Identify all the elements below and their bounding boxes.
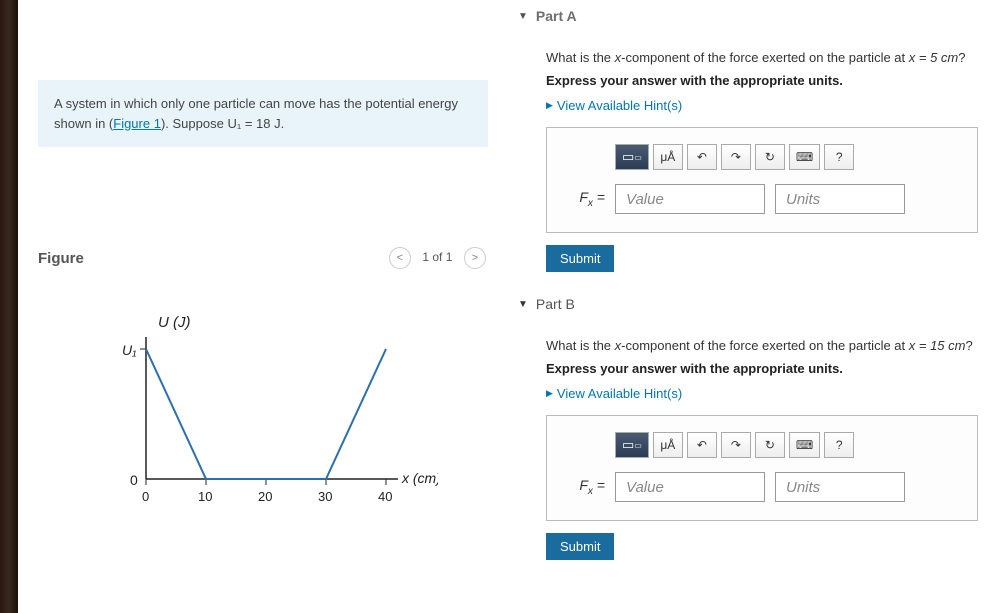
hints-label: View Available Hint(s) xyxy=(557,386,682,401)
xtick-20: 20 xyxy=(258,489,272,504)
xtick-30: 30 xyxy=(318,489,332,504)
special-chars-button[interactable]: μÅ xyxy=(653,144,683,170)
xtick-10: 10 xyxy=(198,489,212,504)
part-a-answer-box: ▭▭ μÅ ↶ ↷ ↻ ⌨ ? Fx = Value Units xyxy=(546,127,978,233)
keyboard-button[interactable]: ⌨ xyxy=(789,432,820,458)
problem-statement: A system in which only one particle can … xyxy=(38,80,488,147)
keyboard-button[interactable]: ⌨ xyxy=(789,144,820,170)
chart-ytick-0: 0 xyxy=(130,472,138,488)
part-a-toolbar: ▭▭ μÅ ↶ ↷ ↻ ⌨ ? xyxy=(615,144,963,170)
part-b-answer-row: Fx = Value Units xyxy=(561,472,963,502)
template-button[interactable]: ▭▭ xyxy=(615,432,649,458)
figure-header: Figure < 1 of 1 > xyxy=(38,247,488,279)
help-button[interactable]: ? xyxy=(824,144,854,170)
chart-series-line xyxy=(146,349,386,479)
next-figure-button[interactable]: > xyxy=(464,247,486,269)
part-b-title: Part B xyxy=(536,296,575,312)
part-b-toolbar: ▭▭ μÅ ↶ ↷ ↻ ⌨ ? xyxy=(615,432,963,458)
left-panel: A system in which only one particle can … xyxy=(18,0,508,613)
figure-link[interactable]: Figure 1 xyxy=(113,116,161,131)
part-a-header[interactable]: ▼ Part A xyxy=(518,0,978,30)
part-a-hints[interactable]: ▶ View Available Hint(s) xyxy=(546,98,978,113)
part-b-question: What is the x-component of the force exe… xyxy=(546,338,978,353)
part-b-instruction: Express your answer with the appropriate… xyxy=(546,361,978,376)
part-a-instruction: Express your answer with the appropriate… xyxy=(546,73,978,88)
caret-down-icon: ▼ xyxy=(518,11,528,22)
triangle-right-icon: ▶ xyxy=(546,100,553,111)
redo-button[interactable]: ↷ xyxy=(721,432,751,458)
page-edge-shadow xyxy=(0,0,18,613)
chart-ytick-u1: U₁ xyxy=(122,342,137,358)
chart-svg: U (J) U₁ 0 0 10 xyxy=(98,309,438,519)
figure-nav: < 1 of 1 > xyxy=(387,247,488,269)
variable-label: Fx = xyxy=(561,189,605,209)
part-b-hints[interactable]: ▶ View Available Hint(s) xyxy=(546,386,978,401)
figure-counter: 1 of 1 xyxy=(422,250,452,264)
xtick-0: 0 xyxy=(142,489,149,504)
chart: U (J) U₁ 0 0 10 xyxy=(38,309,488,522)
chart-xlabel: x (cm) xyxy=(401,470,438,486)
figure-title: Figure xyxy=(38,250,84,267)
part-b-answer-box: ▭▭ μÅ ↶ ↷ ↻ ⌨ ? Fx = Value Units xyxy=(546,415,978,521)
part-b-submit-button[interactable]: Submit xyxy=(546,533,614,560)
reset-button[interactable]: ↻ xyxy=(755,432,785,458)
part-a-answer-row: Fx = Value Units xyxy=(561,184,963,214)
hints-label: View Available Hint(s) xyxy=(557,98,682,113)
undo-button[interactable]: ↶ xyxy=(687,144,717,170)
right-panel: ▼ Part A What is the x-component of the … xyxy=(508,0,996,613)
triangle-right-icon: ▶ xyxy=(546,388,553,399)
units-input[interactable]: Units xyxy=(775,184,905,214)
chart-ylabel: U (J) xyxy=(158,314,191,331)
part-b-header[interactable]: ▼ Part B xyxy=(518,286,978,318)
template-button[interactable]: ▭▭ xyxy=(615,144,649,170)
undo-button[interactable]: ↶ xyxy=(687,432,717,458)
special-chars-button[interactable]: μÅ xyxy=(653,432,683,458)
help-button[interactable]: ? xyxy=(824,432,854,458)
value-input[interactable]: Value xyxy=(615,184,765,214)
problem-text-post: ). Suppose U₁ = 18 J. xyxy=(161,116,284,131)
caret-down-icon: ▼ xyxy=(518,299,528,310)
part-a-submit-button[interactable]: Submit xyxy=(546,245,614,272)
prev-figure-button[interactable]: < xyxy=(389,247,411,269)
xtick-40: 40 xyxy=(378,489,392,504)
variable-label: Fx = xyxy=(561,477,605,497)
redo-button[interactable]: ↷ xyxy=(721,144,751,170)
reset-button[interactable]: ↻ xyxy=(755,144,785,170)
value-input[interactable]: Value xyxy=(615,472,765,502)
units-input[interactable]: Units xyxy=(775,472,905,502)
part-a-question: What is the x-component of the force exe… xyxy=(546,50,978,65)
part-a-title: Part A xyxy=(536,8,577,24)
figure-section: Figure < 1 of 1 > U (J) U₁ 0 xyxy=(38,247,488,522)
